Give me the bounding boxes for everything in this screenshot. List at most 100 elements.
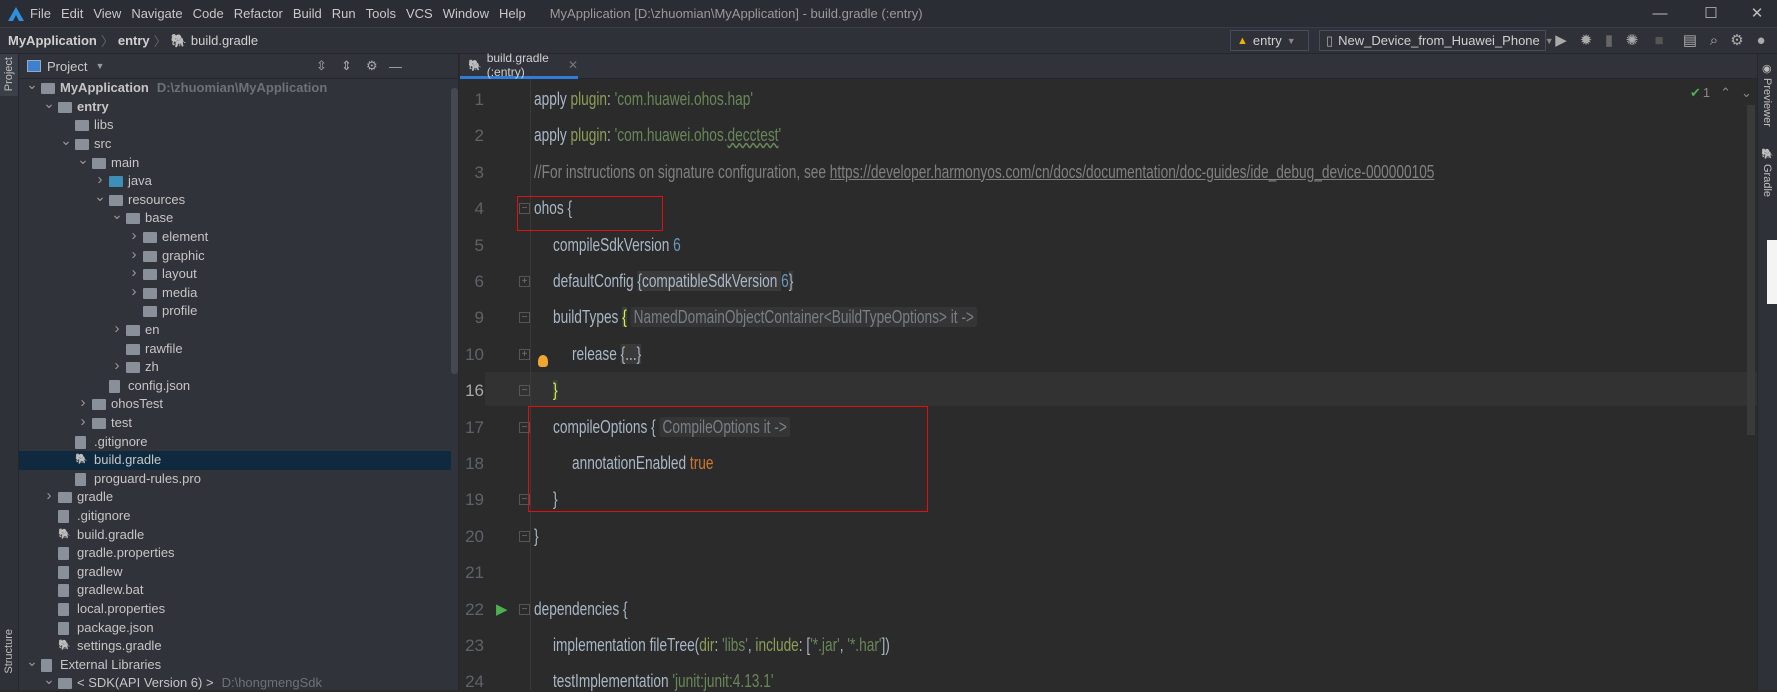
breadcrumb-module[interactable]: entry bbox=[118, 33, 150, 48]
tree-item[interactable]: › graphic bbox=[19, 246, 451, 266]
tree-item[interactable]: config.json bbox=[19, 377, 451, 396]
run-gutter-icon[interactable]: ▶ bbox=[496, 600, 508, 618]
project-view-select[interactable]: Project bbox=[47, 59, 87, 74]
doc-link[interactable]: https://developer.harmonyos.com/cn/docs/… bbox=[830, 162, 1435, 182]
tree-item[interactable]: gradlew bbox=[19, 563, 451, 582]
menu-tools[interactable]: Tools bbox=[366, 6, 396, 21]
tree-item[interactable]: › media bbox=[19, 283, 451, 303]
chevron-down-icon[interactable]: ⌄ bbox=[26, 75, 38, 94]
tree-item[interactable]: 🐘 build.gradle bbox=[19, 526, 451, 545]
module-select[interactable]: ▲ entry ▼ bbox=[1230, 30, 1309, 51]
chevron-down-icon[interactable]: ⌄ bbox=[60, 131, 72, 150]
menu-code[interactable]: Code bbox=[193, 6, 224, 21]
code-token[interactable]: {compatibleSdkVersion bbox=[637, 271, 782, 291]
menu-edit[interactable]: Edit bbox=[61, 6, 83, 21]
chevron-right-icon[interactable]: › bbox=[111, 357, 123, 376]
device-select[interactable]: ▯ New_Device_from_Huawei_Phone ▼ bbox=[1319, 30, 1554, 51]
stop-icon[interactable]: ■ bbox=[1650, 32, 1668, 50]
code-token[interactable]: {...} bbox=[620, 343, 642, 364]
chevron-right-icon[interactable]: › bbox=[128, 264, 140, 283]
debug-icon[interactable]: ✹ bbox=[1577, 32, 1595, 50]
chevron-right-icon[interactable]: › bbox=[128, 246, 140, 265]
tree-item[interactable]: proguard-rules.pro bbox=[19, 470, 451, 489]
settings-icon[interactable]: ⚙ bbox=[1728, 32, 1746, 50]
code-token[interactable]: } bbox=[788, 271, 794, 291]
inspection-widget[interactable]: ✔ 1 ⌃ ⌄ bbox=[1690, 85, 1752, 101]
menu-navigate[interactable]: Navigate bbox=[131, 6, 182, 21]
gear-icon[interactable]: ⚙ bbox=[366, 58, 378, 74]
tree-item[interactable]: package.json bbox=[19, 619, 451, 638]
tree-item[interactable]: › test bbox=[19, 413, 451, 433]
tree-item[interactable]: ⌄ entry bbox=[19, 95, 451, 117]
collapse-fold-icon[interactable]: − bbox=[519, 385, 530, 397]
chevron-down-icon[interactable]: ⌄ bbox=[43, 670, 55, 689]
chevron-down-icon[interactable]: ⌄ bbox=[77, 150, 89, 169]
collapse-all-icon[interactable]: ⇕ bbox=[341, 58, 352, 74]
tree-item[interactable]: › ohosTest bbox=[19, 394, 451, 414]
chevron-down-icon[interactable]: ⌄ bbox=[94, 187, 106, 206]
tree-item[interactable]: ⌄ External Libraries bbox=[19, 653, 451, 675]
collapse-fold-icon[interactable]: − bbox=[519, 530, 530, 542]
tree-item[interactable]: rawfile bbox=[19, 340, 451, 359]
chevron-right-icon[interactable]: › bbox=[128, 227, 140, 246]
editor-scrollbar[interactable] bbox=[1747, 105, 1755, 435]
tree-item[interactable]: › gradle bbox=[19, 487, 451, 507]
menu-view[interactable]: View bbox=[93, 6, 121, 21]
hide-panel-icon[interactable]: — bbox=[389, 59, 402, 74]
expand-fold-icon[interactable]: + bbox=[519, 276, 530, 287]
breadcrumb-file[interactable]: build.gradle bbox=[191, 33, 258, 48]
chevron-right-icon[interactable]: › bbox=[43, 487, 55, 506]
tree-item[interactable]: › element bbox=[19, 227, 451, 247]
lightbulb-icon[interactable] bbox=[538, 354, 548, 367]
expand-fold-icon[interactable]: + bbox=[519, 348, 530, 360]
tree-item[interactable]: ⌄ MyApplication D:\zhuomian\MyApplication bbox=[19, 76, 451, 98]
tree-item[interactable]: › zh bbox=[19, 357, 451, 377]
chevron-right-icon[interactable]: › bbox=[128, 283, 140, 302]
project-structure-icon[interactable]: ▤ bbox=[1681, 32, 1699, 50]
close-tab-icon[interactable]: ✕ bbox=[568, 58, 578, 72]
chevron-up-icon[interactable]: ⌃ bbox=[1720, 85, 1731, 101]
tree-item[interactable]: ⌄ base bbox=[19, 206, 451, 228]
tree-item[interactable]: › en bbox=[19, 320, 451, 340]
chevron-down-icon[interactable]: ⌄ bbox=[111, 205, 123, 224]
chevron-right-icon[interactable]: › bbox=[111, 320, 123, 339]
menu-help[interactable]: Help bbox=[499, 6, 526, 21]
menu-window[interactable]: Window bbox=[443, 6, 489, 21]
tree-item[interactable]: libs bbox=[19, 116, 451, 135]
chevron-right-icon[interactable]: › bbox=[77, 394, 89, 413]
tree-item[interactable]: › layout bbox=[19, 264, 451, 284]
previewer-tool-button[interactable]: Previewer bbox=[1761, 78, 1773, 127]
menu-run[interactable]: Run bbox=[332, 6, 356, 21]
project-scrollbar[interactable] bbox=[451, 88, 458, 374]
close-button[interactable]: ✕ bbox=[1737, 0, 1777, 27]
profile-icon[interactable]: ✺ bbox=[1623, 32, 1641, 50]
menu-refactor[interactable]: Refactor bbox=[234, 6, 283, 21]
collapse-fold-icon[interactable]: − bbox=[519, 312, 530, 324]
maximize-button[interactable]: ☐ bbox=[1691, 0, 1731, 27]
tree-item[interactable]: .gitignore bbox=[19, 433, 451, 452]
menu-vcs[interactable]: VCS bbox=[406, 6, 433, 21]
menu-build[interactable]: Build bbox=[293, 6, 322, 21]
tree-item[interactable]: › java bbox=[19, 171, 451, 191]
gradle-tool-button[interactable]: Gradle bbox=[1761, 164, 1773, 197]
collapse-fold-icon[interactable]: − bbox=[519, 603, 530, 615]
tree-item[interactable]: 🐘 build.gradle bbox=[19, 451, 451, 470]
chevron-right-icon[interactable]: › bbox=[77, 413, 89, 432]
tree-item[interactable]: ⌄ main bbox=[19, 151, 451, 173]
tree-item[interactable]: 🐘 settings.gradle bbox=[19, 637, 451, 656]
chevron-down-icon[interactable]: ⌄ bbox=[26, 652, 38, 671]
tree-item[interactable]: gradlew.bat bbox=[19, 581, 451, 600]
tree-item[interactable]: .gitignore bbox=[19, 507, 451, 526]
tree-item[interactable]: local.properties bbox=[19, 600, 451, 619]
account-icon[interactable]: ● bbox=[1752, 32, 1770, 50]
project-tool-button[interactable]: Project bbox=[0, 54, 18, 96]
menu-file[interactable]: File bbox=[30, 6, 51, 21]
breadcrumb-project[interactable]: MyApplication bbox=[8, 33, 97, 48]
run-icon[interactable]: ▶ bbox=[1552, 32, 1570, 50]
tree-item[interactable]: ⌄ resources bbox=[19, 188, 451, 210]
tree-item[interactable]: ⌄ < SDK(API Version 6) > D:\hongmengSdk bbox=[19, 671, 451, 690]
minimize-button[interactable]: — bbox=[1640, 0, 1680, 27]
search-icon[interactable]: ⌕ bbox=[1705, 32, 1723, 50]
chevron-down-icon[interactable]: ⌄ bbox=[43, 94, 55, 113]
structure-tool-button[interactable]: Structure bbox=[3, 629, 15, 674]
